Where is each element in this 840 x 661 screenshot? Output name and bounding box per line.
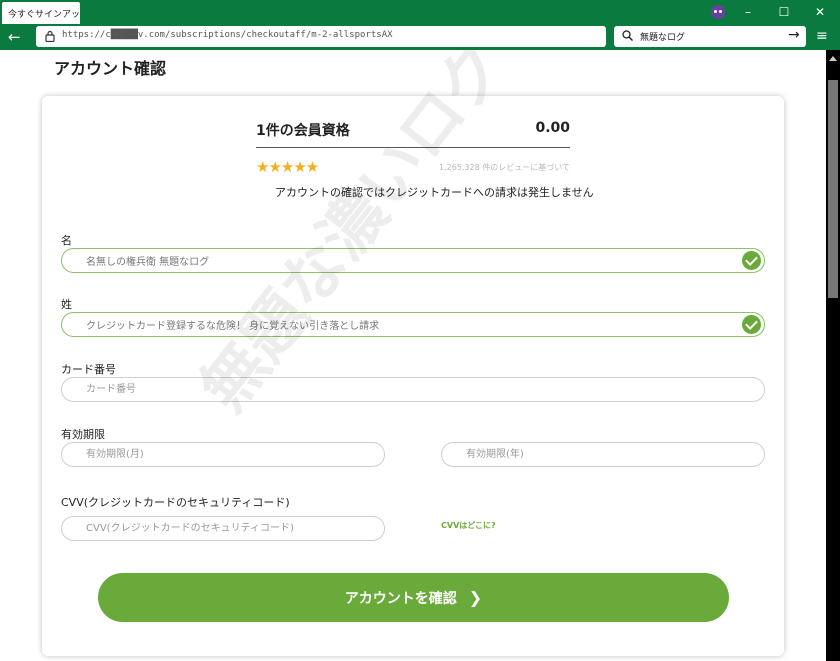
review-count: 1,265,328 件のレビューに基づいて	[438, 163, 570, 172]
last-name-label: 姓	[61, 298, 72, 311]
menu-icon[interactable]: ≡	[816, 28, 828, 44]
back-icon[interactable]: ←	[8, 28, 21, 46]
card-number-input[interactable]	[86, 381, 683, 398]
scroll-up-icon[interactable]	[829, 56, 837, 61]
confirm-account-button[interactable]: アカウントを確認 ❯	[98, 573, 729, 622]
scrollbar[interactable]	[826, 50, 840, 661]
valid-check-icon	[742, 315, 761, 334]
last-name-input[interactable]	[86, 316, 683, 333]
plan-label: 1件の会員資格	[256, 123, 350, 139]
first-name-label: 名	[61, 234, 72, 247]
go-arrow-icon[interactable]: →	[788, 27, 800, 43]
url-text: https://c█████v.com/subscriptions/checko…	[62, 30, 393, 40]
no-charge-notice: アカウントの確認ではクレジットカードへの請求は発生しません	[275, 186, 594, 199]
search-icon	[622, 30, 633, 41]
confirm-button-label: アカウントを確認	[344, 591, 457, 607]
minimize-icon[interactable]: –	[741, 5, 755, 19]
maximize-icon[interactable]: ☐	[777, 5, 791, 19]
chevron-right-icon: ❯	[468, 588, 483, 607]
first-name-field[interactable]	[61, 248, 765, 273]
expiry-year-field[interactable]	[441, 442, 765, 467]
tab-signup[interactable]: 今すぐサインアップ	[2, 2, 80, 24]
last-name-field[interactable]	[61, 312, 765, 337]
lock-icon	[45, 30, 55, 42]
expiry-year-input[interactable]	[466, 446, 740, 463]
search-bar[interactable]: 無題なログ →	[614, 26, 806, 47]
browser-toolbar: ← https://c█████v.com/subscriptions/chec…	[0, 24, 840, 50]
extension-icon[interactable]	[711, 5, 725, 19]
cvv-label: CVV(クレジットカードのセキュリティコード)	[61, 496, 290, 509]
plan-price: 0.00	[535, 120, 570, 136]
expiry-label: 有効期限	[61, 428, 105, 441]
valid-check-icon	[742, 251, 761, 270]
checkout-card	[42, 96, 784, 656]
page-viewport: アカウント確認 1件の会員資格 0.00 ★★★★★ 1,265,328 件のレ…	[0, 50, 826, 661]
page-title: アカウント確認	[54, 59, 167, 78]
card-number-field[interactable]	[61, 377, 765, 402]
search-query: 無題なログ	[640, 33, 686, 43]
rating-stars-icon: ★★★★★	[256, 158, 319, 176]
first-name-input[interactable]	[86, 252, 683, 269]
cvv-help-link[interactable]: CVVはどこに?	[441, 520, 496, 531]
scroll-thumb[interactable]	[828, 80, 838, 298]
card-number-label: カード番号	[61, 363, 116, 376]
summary-divider	[256, 147, 570, 148]
expiry-month-field[interactable]	[61, 442, 385, 467]
cvv-input[interactable]	[86, 520, 360, 537]
expiry-month-input[interactable]	[86, 446, 360, 463]
title-bar: 今すぐサインアップ – ☐ ✕	[0, 0, 840, 24]
close-icon[interactable]: ✕	[813, 5, 827, 19]
address-bar[interactable]: https://c█████v.com/subscriptions/checko…	[36, 26, 606, 47]
cvv-field[interactable]	[61, 516, 385, 541]
